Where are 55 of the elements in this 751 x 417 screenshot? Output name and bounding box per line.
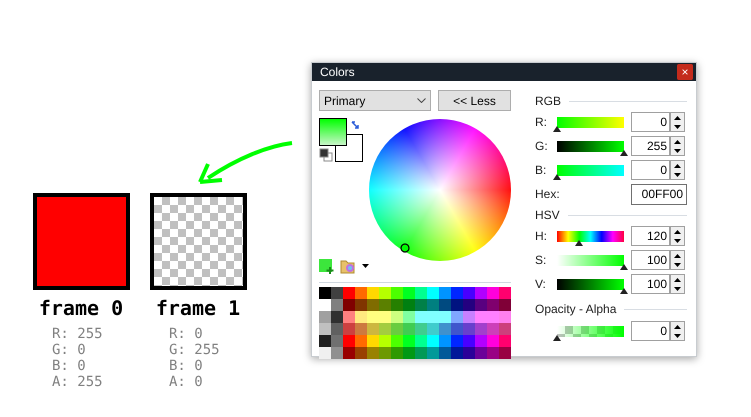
channel-value: A: 255	[52, 374, 104, 390]
spinner-buttons[interactable]	[670, 226, 685, 246]
hex-field[interactable]: 00FF00	[631, 184, 687, 204]
number-field[interactable]: 120	[631, 226, 670, 246]
slider-thumb[interactable]	[620, 150, 628, 156]
spinner-buttons[interactable]	[670, 250, 685, 270]
slider-thumb[interactable]	[553, 334, 561, 340]
number-field[interactable]: 0	[631, 160, 670, 180]
channel-label: S:	[535, 252, 548, 269]
number-field[interactable]: 0	[631, 321, 670, 341]
wheel-marker[interactable]	[400, 243, 410, 253]
slider-thumb[interactable]	[553, 126, 561, 132]
spinner-buttons[interactable]	[670, 112, 685, 132]
channel-value: G: 255	[169, 342, 221, 358]
section-title: HSV	[535, 207, 560, 224]
mode-dropdown[interactable]: Primary	[319, 90, 431, 111]
less-button[interactable]: << Less	[438, 90, 511, 111]
section-title: RGB	[535, 93, 562, 110]
reset-colors-icon[interactable]	[319, 148, 333, 162]
channel-value: G: 0	[52, 342, 87, 358]
number-field[interactable]: 100	[631, 250, 670, 270]
section-title: Opacity - Alpha	[535, 301, 616, 318]
swap-icon[interactable]	[350, 121, 360, 131]
caret-icon[interactable]	[362, 264, 369, 268]
spinner-buttons[interactable]	[670, 160, 685, 180]
frame-label: frame 1	[156, 296, 240, 320]
channel-value: B: 0	[169, 358, 204, 374]
number-field[interactable]: 255	[631, 136, 670, 156]
channel-value: R: 255	[52, 326, 104, 342]
channel-label: G:	[535, 138, 549, 155]
window-title: Colors	[320, 64, 355, 81]
channel-value: R: 0	[169, 326, 204, 342]
close-button[interactable]: ×	[677, 64, 693, 80]
chevron-icon	[417, 98, 426, 103]
slider-thumb[interactable]	[620, 288, 628, 294]
palette-folder-icon[interactable]	[340, 258, 356, 274]
number-field[interactable]: 0	[631, 112, 670, 132]
slider-thumb[interactable]	[553, 174, 561, 180]
frame-label: frame 0	[38, 296, 124, 320]
add-color-icon[interactable]	[319, 258, 334, 274]
channel-label: V:	[535, 276, 547, 293]
channel-value: B: 0	[52, 358, 87, 374]
hex-label: Hex:	[535, 186, 560, 203]
channel-value: A: 0	[169, 374, 204, 390]
slider-thumb[interactable]	[575, 240, 584, 246]
spinner-buttons[interactable]	[670, 274, 685, 294]
number-field[interactable]: 100	[631, 274, 670, 294]
spinner-buttons[interactable]	[670, 321, 685, 341]
palette-drawing[interactable]	[319, 287, 511, 359]
channel-label: R:	[535, 114, 548, 131]
slider-thumb[interactable]	[620, 264, 628, 270]
spinner-buttons[interactable]	[670, 136, 685, 156]
channel-label: H:	[535, 228, 548, 245]
primary-color-swatch[interactable]	[319, 118, 347, 146]
channel-label: B:	[535, 162, 548, 179]
